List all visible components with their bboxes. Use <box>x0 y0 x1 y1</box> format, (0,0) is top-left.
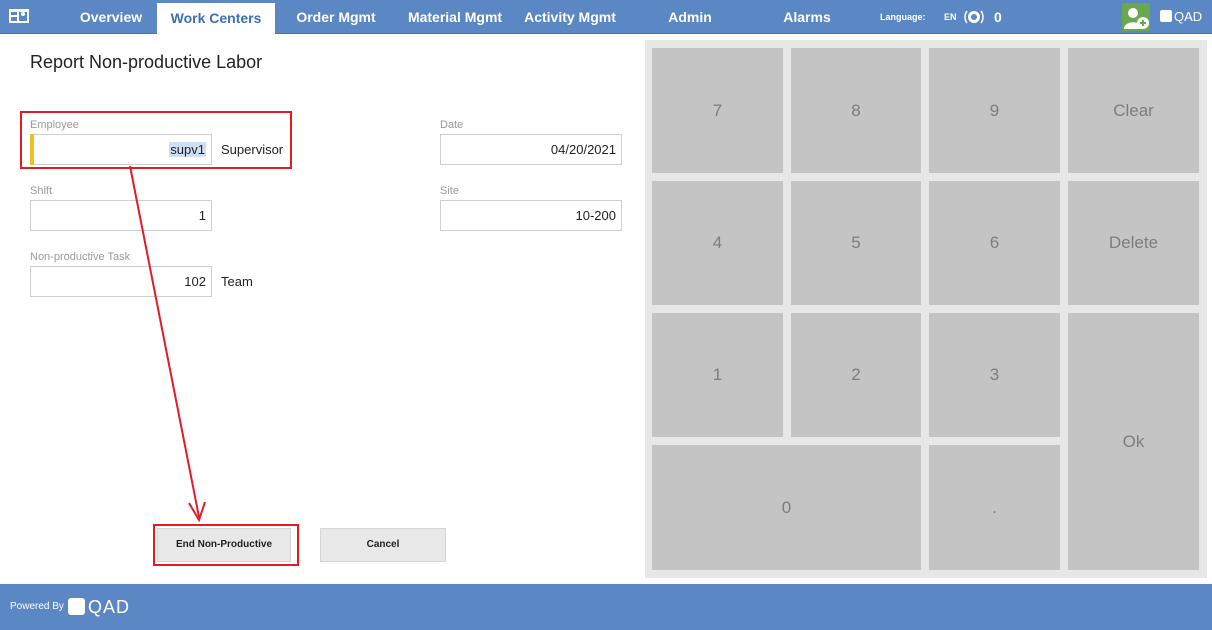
tab-material-mgmt[interactable]: Material Mgmt <box>396 0 514 34</box>
qad-brand-text: QAD <box>1174 9 1203 24</box>
shift-field[interactable]: 1 <box>30 200 212 231</box>
top-nav-bar: Overview Work Centers Order Mgmt Materia… <box>0 0 1212 34</box>
key-3[interactable]: 3 <box>929 313 1060 437</box>
alarm-count: 0 <box>994 9 1002 25</box>
key-delete[interactable]: Delete <box>1068 181 1199 305</box>
tab-alarms[interactable]: Alarms <box>774 0 840 34</box>
language-label: Language: <box>880 12 926 22</box>
tab-order-mgmt[interactable]: Order Mgmt <box>283 0 389 34</box>
task-description: Team <box>221 274 253 289</box>
alarm-icon[interactable] <box>962 5 986 29</box>
key-clear[interactable]: Clear <box>1068 48 1199 173</box>
date-field[interactable]: 04/20/2021 <box>440 134 622 165</box>
key-9[interactable]: 9 <box>929 48 1060 173</box>
site-field[interactable]: 10-200 <box>440 200 622 231</box>
tab-admin[interactable]: Admin <box>660 0 720 34</box>
qad-logo-icon <box>1160 10 1172 22</box>
key-5[interactable]: 5 <box>791 181 921 305</box>
date-label: Date <box>440 119 464 131</box>
key-2[interactable]: 2 <box>791 313 921 437</box>
workstation-home-icon[interactable] <box>8 6 30 26</box>
footer-bar: Powered By QAD <box>0 584 1212 630</box>
footer-brand-text: QAD <box>88 597 131 617</box>
key-1[interactable]: 1 <box>652 313 783 437</box>
key-8[interactable]: 8 <box>791 48 921 173</box>
key-0[interactable]: 0 <box>652 445 921 570</box>
tab-overview[interactable]: Overview <box>70 0 152 34</box>
qad-brand: QAD <box>1160 0 1202 34</box>
key-4[interactable]: 4 <box>652 181 783 305</box>
tab-work-centers[interactable]: Work Centers <box>157 3 275 34</box>
key-ok[interactable]: Ok <box>1068 313 1199 570</box>
employee-highlight-box <box>20 111 292 169</box>
page-title: Report Non-productive Labor <box>30 52 263 72</box>
task-label: Non-productive Task <box>30 251 131 263</box>
tab-activity-mgmt[interactable]: Activity Mgmt <box>517 0 623 34</box>
button-highlight-box <box>153 524 299 566</box>
key-6[interactable]: 6 <box>929 181 1060 305</box>
qad-logo-icon <box>68 598 85 615</box>
language-selector[interactable]: EN <box>944 0 957 34</box>
key-7[interactable]: 7 <box>652 48 783 173</box>
shift-label: Shift <box>30 185 53 197</box>
cancel-button[interactable]: Cancel <box>320 528 446 562</box>
add-user-icon[interactable] <box>1122 3 1150 31</box>
key-decimal[interactable]: . <box>929 445 1060 570</box>
powered-by-label: Powered By <box>10 601 64 612</box>
footer-qad-logo: QAD <box>68 584 130 630</box>
task-field[interactable]: 102 <box>30 266 212 297</box>
site-label: Site <box>440 185 459 197</box>
